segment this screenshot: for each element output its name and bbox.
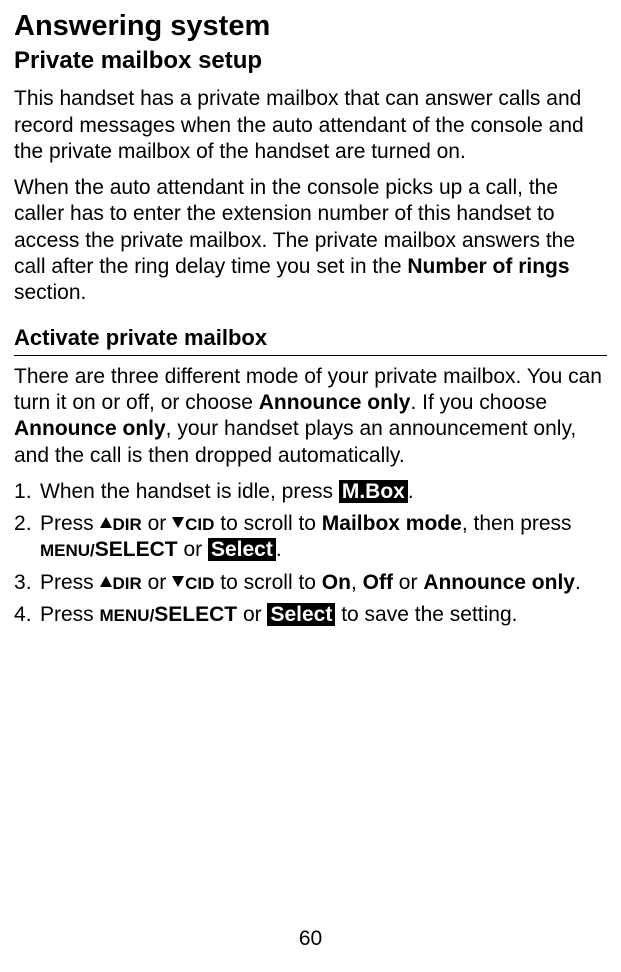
text: section. <box>14 281 86 304</box>
section-header: Activate private mailbox <box>14 324 607 356</box>
text: When the handset is idle, press <box>40 480 339 503</box>
announce-only-label: Announce only <box>14 417 166 440</box>
step-1: When the handset is idle, press M.Box. <box>14 479 607 505</box>
dir-key: DIR <box>113 574 142 593</box>
select-softkey: Select <box>208 538 276 561</box>
step-4: Press MENU/SELECT or Select to save the … <box>14 602 607 628</box>
down-arrow-icon <box>172 517 184 528</box>
text: to save the setting. <box>335 603 517 626</box>
intro-paragraph-1: This handset has a private mailbox that … <box>14 86 607 165</box>
page-title: Answering system <box>14 8 607 44</box>
section-paragraph: There are three different mode of your p… <box>14 364 607 469</box>
select-key: SELECT <box>154 603 237 626</box>
text: or <box>142 571 172 594</box>
up-arrow-icon <box>100 517 112 528</box>
text: to scroll to <box>214 571 321 594</box>
cid-key: CID <box>185 574 214 593</box>
text: , then press <box>462 512 572 535</box>
page-subtitle: Private mailbox setup <box>14 46 607 76</box>
up-arrow-icon <box>100 576 112 587</box>
mailbox-mode-label: Mailbox mode <box>322 512 462 535</box>
text: . <box>575 571 581 594</box>
text: . <box>276 538 282 561</box>
text: Press <box>40 603 100 626</box>
menu-key: MENU/ <box>40 541 95 560</box>
text: or <box>178 538 208 561</box>
mbox-key: M.Box <box>339 480 408 503</box>
down-arrow-icon <box>172 576 184 587</box>
number-of-rings-label: Number of rings <box>407 255 569 278</box>
announce-only-label: Announce only <box>259 391 411 414</box>
dir-key: DIR <box>113 515 142 534</box>
text: , <box>351 571 363 594</box>
text: . <box>408 480 414 503</box>
text: to scroll to <box>214 512 321 535</box>
announce-only-label: Announce only <box>423 571 575 594</box>
text: Press <box>40 571 100 594</box>
text: Press <box>40 512 100 535</box>
select-key: SELECT <box>95 538 178 561</box>
select-softkey: Select <box>267 603 335 626</box>
intro-paragraph-2: When the auto attendant in the console p… <box>14 175 607 306</box>
menu-key: MENU/ <box>100 606 155 625</box>
step-2: Press DIR or CID to scroll to Mailbox mo… <box>14 511 607 564</box>
on-label: On <box>322 571 351 594</box>
steps-list: When the handset is idle, press M.Box. P… <box>14 479 607 628</box>
text: or <box>393 571 423 594</box>
text: . If you choose <box>410 391 547 414</box>
page-number: 60 <box>0 926 621 952</box>
off-label: Off <box>363 571 393 594</box>
text: or <box>237 603 267 626</box>
cid-key: CID <box>185 515 214 534</box>
step-3: Press DIR or CID to scroll to On, Off or… <box>14 570 607 596</box>
text: or <box>142 512 172 535</box>
